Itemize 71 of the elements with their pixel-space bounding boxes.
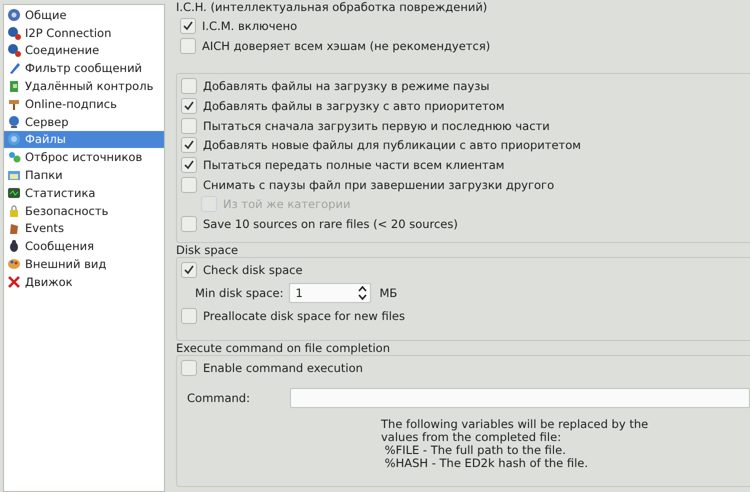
group-title: I.C.H. (интеллектуальная обработка повреждений)	[176, 1, 488, 14]
help-text: The following variables will be replaced by the	[381, 418, 650, 431]
checkbox[interactable]	[181, 360, 197, 376]
field-label: Command:	[187, 390, 251, 405]
checkmark-icon	[183, 100, 195, 112]
globe-icon	[7, 43, 21, 58]
sidebar-item[interactable]: Удалённый контроль	[4, 77, 164, 95]
spin-arrows-icon[interactable]	[358, 286, 368, 300]
sidebar-item[interactable]: I2P Connection	[4, 24, 164, 42]
people-icon	[7, 150, 21, 164]
sidebar-item[interactable]: Online-подпись	[4, 94, 164, 113]
number-field[interactable]: 1	[289, 282, 372, 303]
monitor-icon	[7, 186, 21, 200]
checkmark-icon	[183, 264, 195, 276]
sidebar-item[interactable]: Файлы	[4, 130, 164, 148]
input-field[interactable]	[290, 388, 750, 408]
door-icon	[7, 79, 21, 94]
checkbox-label: Из той же категории	[223, 197, 350, 212]
checkmark-icon	[183, 158, 195, 171]
globe-icon	[7, 26, 21, 40]
checkbox[interactable]	[181, 216, 197, 232]
sidebar-item[interactable]: Отброс источников	[4, 148, 164, 166]
field-label: Min disk space:	[195, 286, 284, 300]
group-title: Execute command on file completion	[176, 342, 392, 356]
palette-icon	[7, 257, 21, 272]
checkbox-label: Добавлять новые файлы для публикации с авто приоритетом	[203, 138, 581, 152]
checkbox[interactable]	[180, 38, 196, 54]
checkbox-label: Пытаться сначала загрузить первую и последнюю части	[203, 118, 550, 133]
pen-icon	[7, 61, 21, 76]
group-title: Disk space	[176, 244, 240, 257]
disc-icon	[7, 132, 21, 146]
checkmark-icon	[183, 139, 195, 152]
sidebar-item[interactable]: Соединение	[4, 42, 164, 60]
sidebar-item[interactable]: Безопасность	[4, 202, 164, 220]
sidebar-item[interactable]: Сообщения	[4, 237, 164, 256]
checkbox-label: Добавлять файлы в загрузку с авто приоритетом	[203, 98, 505, 113]
help-text: values from the completed file:	[381, 430, 562, 444]
padlock-icon	[7, 204, 21, 218]
sidebar-item[interactable]: Статистика	[4, 184, 164, 202]
checkbox-label: Enable command execution	[203, 361, 363, 376]
help-text: %HASH - The ED2k hash of the file.	[384, 456, 590, 470]
folder-icon	[7, 168, 21, 182]
sidebar-item[interactable]: Сервер	[4, 112, 164, 131]
sidebar-item[interactable]: Движок	[4, 272, 164, 291]
checkbox-label: Check disk space	[203, 262, 303, 277]
checkbox[interactable]	[181, 262, 197, 278]
checkbox[interactable]	[181, 137, 197, 154]
sidebar-item[interactable]: Внешний вид	[4, 255, 164, 273]
checkbox-label: Снимать с паузы файл при завершении загрузки другого	[203, 178, 554, 192]
checkbox-label: I.C.M. включено	[202, 18, 298, 33]
checkbox[interactable]	[180, 18, 196, 34]
checkbox-label: Save 10 sources on rare files (< 20 sources)	[203, 217, 458, 232]
checkbox-label: Пытаться передать полные части всем клиентам	[203, 158, 504, 172]
checkbox-label: Добавлять файлы на загрузку в режиме паузы	[203, 79, 490, 94]
checkbox[interactable]	[181, 118, 197, 134]
unit-label: МБ	[379, 286, 398, 300]
sidebar-item[interactable]: Общие	[4, 6, 164, 24]
globe-icon	[7, 114, 21, 129]
sidebar-item[interactable]: Папки	[4, 166, 164, 184]
sidebar-item[interactable]: Events	[4, 220, 164, 238]
checkbox[interactable]	[181, 176, 197, 193]
checkbox-label: AICH доверяет всем хэшам (не рекомендуется)	[202, 38, 490, 53]
checkbox[interactable]	[181, 156, 197, 173]
checkbox[interactable]	[181, 308, 197, 324]
cross-icon	[7, 274, 21, 289]
help-text: %FILE - The full path to the file.	[384, 444, 567, 457]
sidebar-item[interactable]: Фильтр сообщений	[4, 59, 164, 78]
checkbox[interactable]	[181, 78, 197, 94]
checkbox[interactable]	[181, 98, 197, 114]
checkmark-icon	[182, 20, 194, 32]
checkbox-label: Preallocate disk space for new files	[203, 309, 405, 324]
